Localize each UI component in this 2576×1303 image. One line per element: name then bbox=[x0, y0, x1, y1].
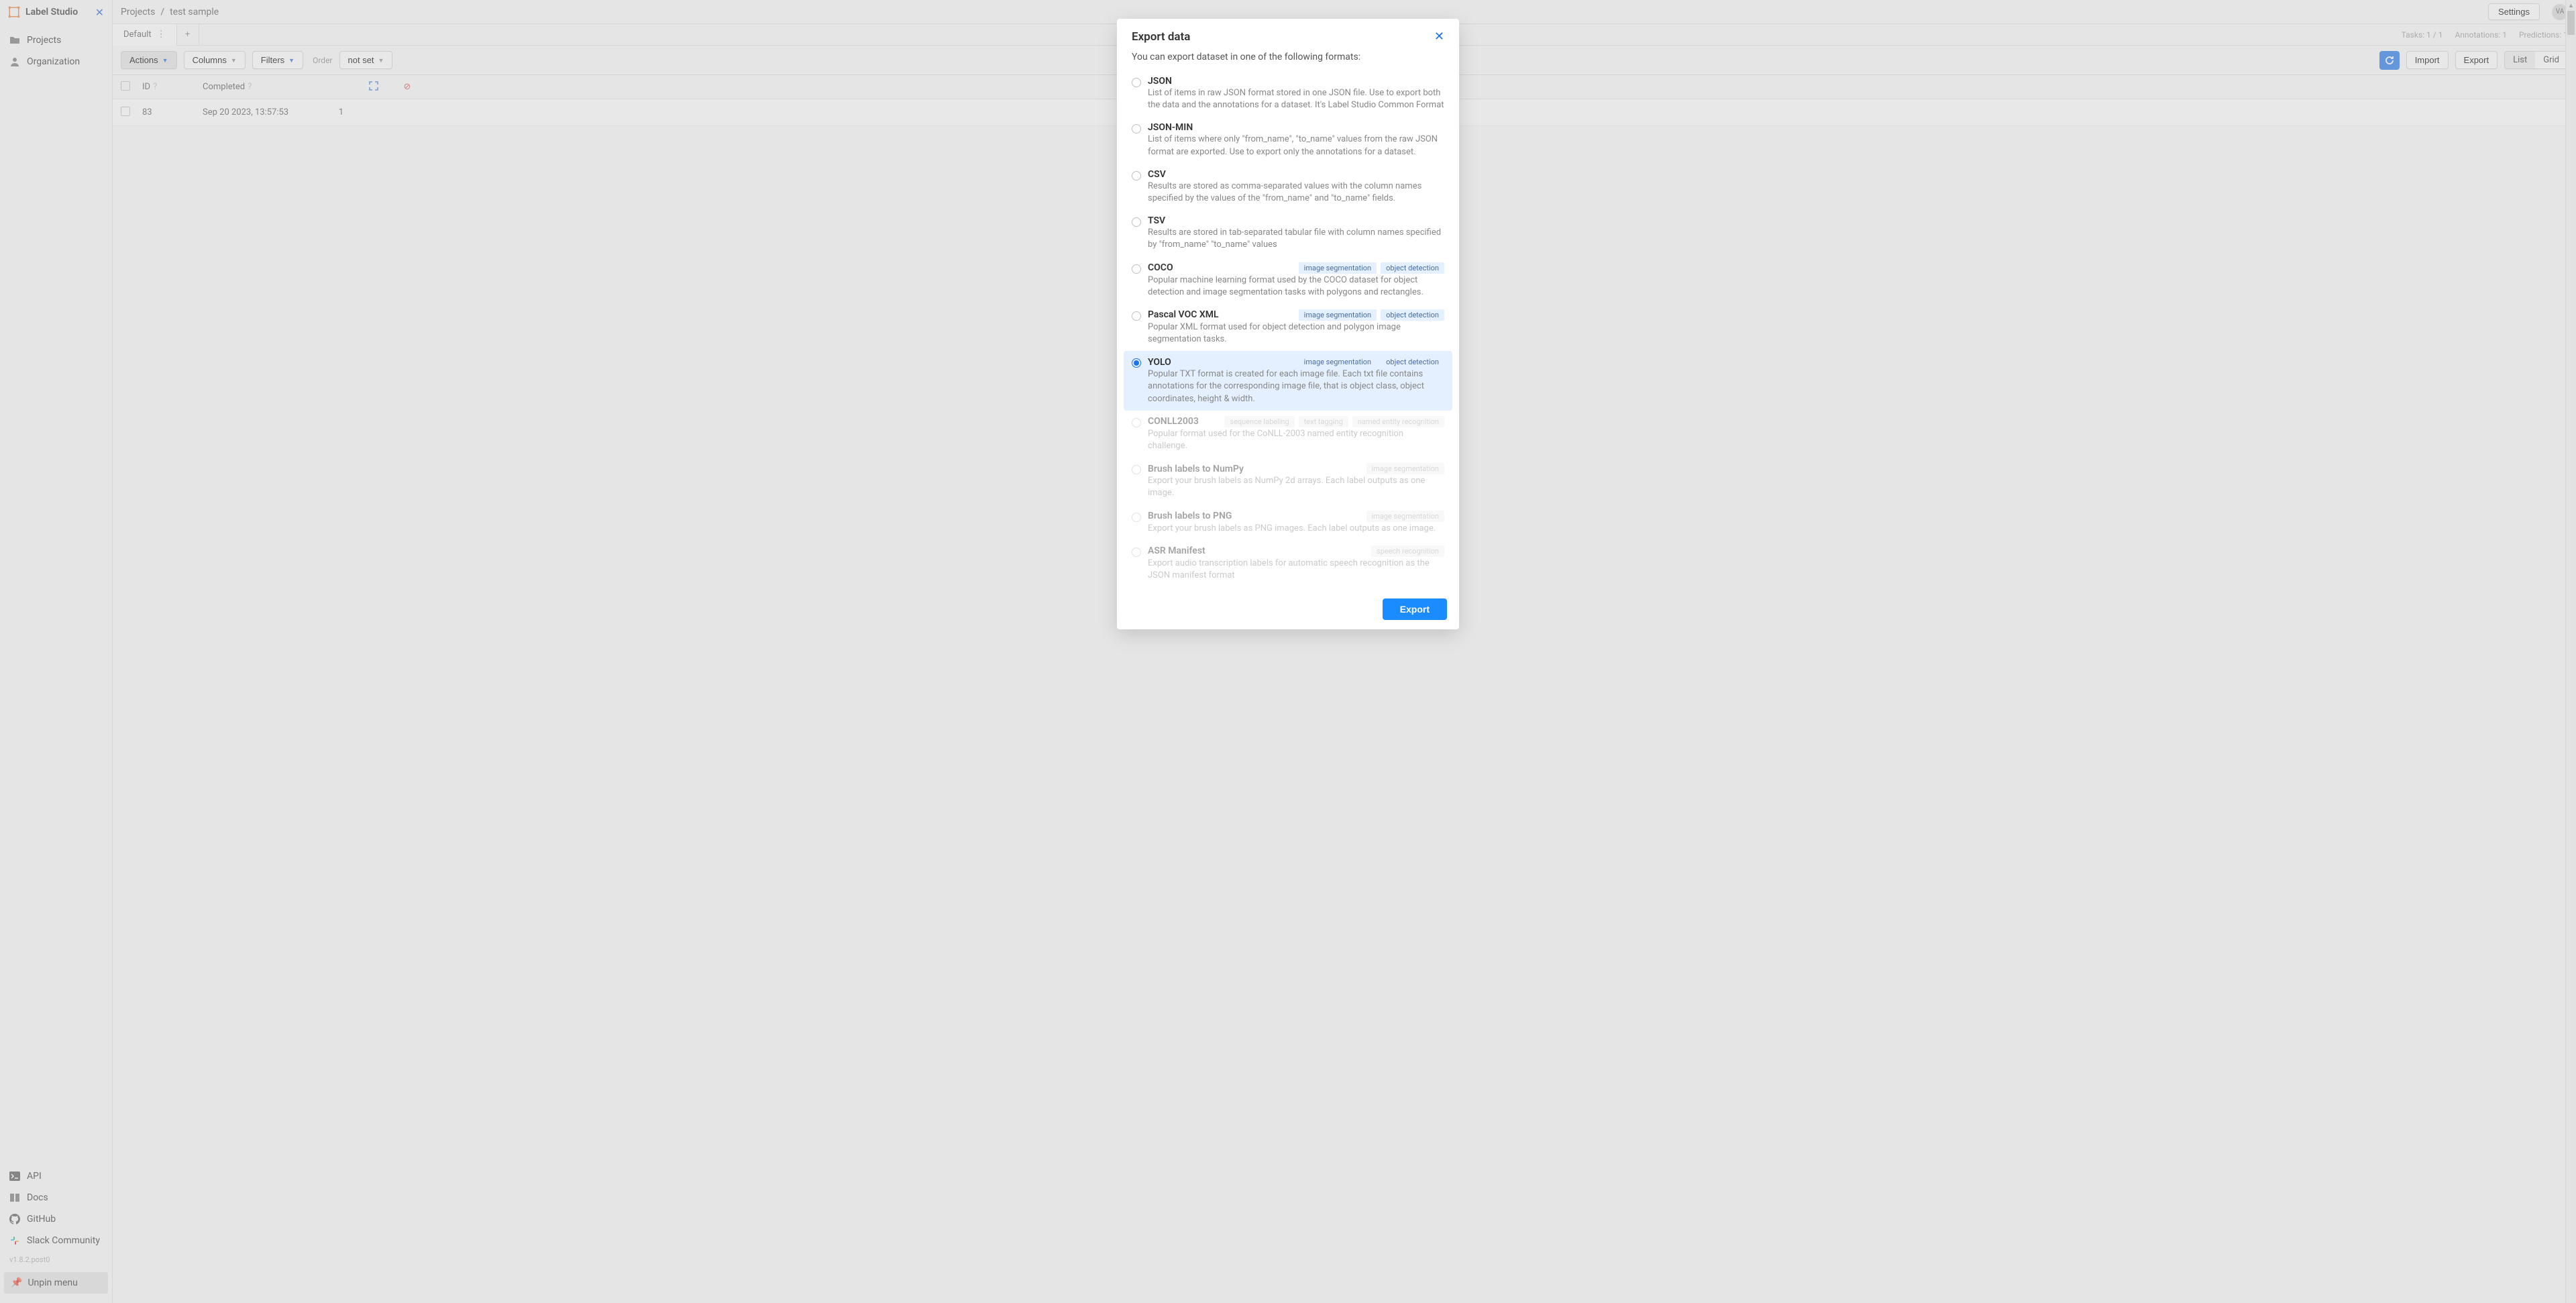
format-tag: named entity recognition bbox=[1352, 416, 1444, 427]
export-modal: Export data ✕ You can export dataset in … bbox=[1117, 19, 1459, 629]
format-desc: Popular XML format used for object detec… bbox=[1148, 321, 1444, 346]
format-title: Brush labels to PNG bbox=[1148, 511, 1232, 521]
format-tag: text tagging bbox=[1299, 416, 1348, 427]
modal-subtitle: You can export dataset in one of the fol… bbox=[1117, 49, 1459, 70]
format-option: ASR Manifest speech recognitionExport aud… bbox=[1124, 540, 1452, 587]
radio-icon bbox=[1132, 465, 1141, 474]
format-desc: Export your brush labels as NumPy 2d arr… bbox=[1148, 475, 1444, 499]
format-tag: image segmentation bbox=[1299, 309, 1377, 321]
format-option[interactable]: COCO image segmentation object detectionPo… bbox=[1124, 257, 1452, 304]
radio-icon bbox=[1132, 358, 1141, 368]
format-title: Brush labels to NumPy bbox=[1148, 464, 1244, 474]
format-desc: Export audio transcription labels for au… bbox=[1148, 558, 1444, 582]
format-desc: List of items in raw JSON format stored … bbox=[1148, 87, 1444, 111]
format-desc: Popular machine learning format used by … bbox=[1148, 274, 1444, 299]
radio-icon bbox=[1132, 311, 1141, 321]
format-desc: List of items where only "from_name", "t… bbox=[1148, 134, 1444, 158]
radio-icon bbox=[1132, 418, 1141, 427]
format-desc: Export your brush labels as PNG images. … bbox=[1148, 523, 1444, 535]
radio-icon bbox=[1132, 513, 1141, 522]
format-tag: image segmentation bbox=[1366, 463, 1445, 474]
radio-icon bbox=[1132, 264, 1141, 274]
format-title: TSV bbox=[1148, 215, 1165, 226]
format-option[interactable]: YOLO image segmentation object detectionPo… bbox=[1124, 351, 1452, 411]
format-option[interactable]: JSONList of items in raw JSON format sto… bbox=[1124, 70, 1452, 117]
format-tag: object detection bbox=[1381, 309, 1444, 321]
format-tag: speech recognition bbox=[1371, 545, 1444, 557]
format-option[interactable]: CSVResults are stored as comma-separated… bbox=[1124, 164, 1452, 210]
format-title: JSON-MIN bbox=[1148, 122, 1193, 133]
format-title: CSV bbox=[1148, 169, 1166, 180]
formats-list: JSONList of items in raw JSON format sto… bbox=[1117, 70, 1459, 591]
format-tag: image segmentation bbox=[1299, 356, 1377, 368]
format-title: COCO bbox=[1148, 262, 1173, 273]
format-option: Brush labels to PNG image segmentationExp… bbox=[1124, 505, 1452, 540]
format-option[interactable]: Pascal VOC XML image segmentation object d… bbox=[1124, 304, 1452, 351]
format-title: ASR Manifest bbox=[1148, 545, 1205, 556]
modal-overlay: Export data ✕ You can export dataset in … bbox=[0, 0, 2576, 1303]
format-desc: Popular TXT format is created for each i… bbox=[1148, 368, 1444, 405]
format-title: CONLL2003 bbox=[1148, 416, 1199, 427]
format-desc: Results are stored as comma-separated va… bbox=[1148, 180, 1444, 205]
format-desc: Results are stored in tab-separated tabu… bbox=[1148, 227, 1444, 251]
format-tag: object detection bbox=[1381, 356, 1444, 368]
format-option[interactable]: TSVResults are stored in tab-separated t… bbox=[1124, 210, 1452, 256]
format-title: YOLO bbox=[1148, 357, 1171, 368]
format-title: JSON bbox=[1148, 76, 1172, 87]
radio-icon bbox=[1132, 548, 1141, 557]
modal-title: Export data bbox=[1132, 30, 1434, 44]
format-desc: Popular format used for the CoNLL-2003 n… bbox=[1148, 428, 1444, 452]
radio-icon bbox=[1132, 171, 1141, 180]
format-option: Brush labels to NumPy image segmentationE… bbox=[1124, 458, 1452, 505]
format-tag: sequence labeling bbox=[1224, 416, 1294, 427]
format-tag: object detection bbox=[1381, 262, 1444, 274]
format-option[interactable]: JSON-MINList of items where only "from_n… bbox=[1124, 117, 1452, 163]
format-tag: image segmentation bbox=[1299, 262, 1377, 274]
radio-icon bbox=[1132, 78, 1141, 87]
format-title: Pascal VOC XML bbox=[1148, 309, 1219, 320]
radio-icon bbox=[1132, 124, 1141, 134]
export-submit-button[interactable]: Export bbox=[1383, 598, 1447, 620]
modal-close-button[interactable]: ✕ bbox=[1434, 30, 1444, 44]
radio-icon bbox=[1132, 217, 1141, 227]
format-tag: image segmentation bbox=[1366, 511, 1445, 522]
format-option: CONLL2003 sequence labeling text tagging na… bbox=[1124, 411, 1452, 458]
